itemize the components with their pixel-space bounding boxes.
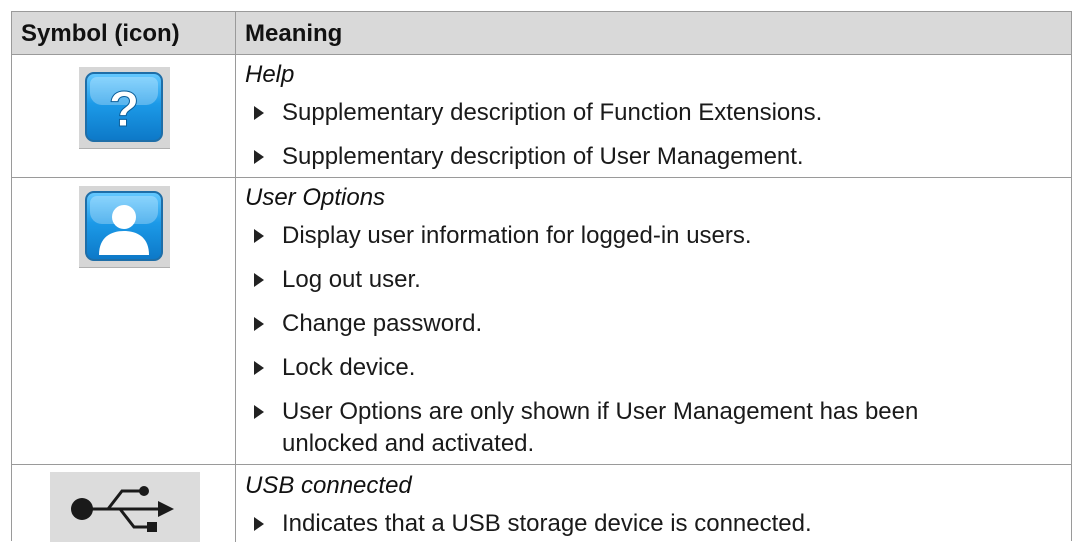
list-item-continuation: unlocked and activated.	[282, 430, 535, 457]
help-icon-frame: ?	[79, 67, 170, 149]
row-divider	[12, 177, 1071, 178]
list-item: Lock device.	[250, 354, 1050, 382]
row-title-help: Help	[245, 61, 295, 88]
row-divider	[12, 464, 1071, 465]
usb-icon	[71, 486, 174, 532]
help-question-icon: ?	[85, 72, 163, 142]
header-symbol: Symbol (icon)	[21, 20, 180, 47]
list-item: Change password.	[250, 310, 1050, 338]
list-item: Supplementary description of Function Ex…	[250, 99, 1050, 127]
usb-icon-frame	[50, 472, 200, 542]
list-item: Indicates that a USB storage device is c…	[250, 510, 1050, 538]
row-title-usb: USB connected	[245, 472, 412, 499]
svg-text:?: ?	[109, 81, 140, 137]
table-header: Symbol (icon) Meaning	[12, 12, 1071, 55]
column-divider	[235, 12, 236, 542]
row-title-user-options: User Options	[245, 184, 386, 211]
symbol-meaning-table: Symbol (icon) Meaning ? Help Supplementa…	[11, 11, 1072, 542]
header-meaning: Meaning	[245, 20, 343, 47]
list-item: Log out user.	[250, 266, 1050, 294]
list-item: Display user information for logged-in u…	[250, 222, 1050, 250]
list-item: Supplementary description of User Manage…	[250, 143, 1050, 171]
user-options-icon	[85, 191, 163, 261]
list-item: User Options are only shown if User Mana…	[250, 398, 1050, 426]
user-icon-frame	[79, 186, 170, 268]
